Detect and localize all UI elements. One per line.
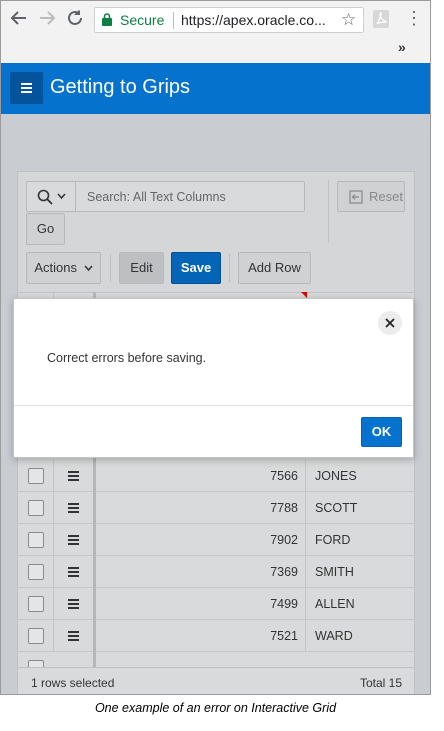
browser-menu-icon[interactable]: ⋮ bbox=[405, 8, 423, 28]
column-divider bbox=[305, 460, 306, 491]
row-select-checkbox[interactable] bbox=[28, 596, 44, 612]
dialog-divider bbox=[14, 405, 413, 406]
empno-cell[interactable]: 7566 bbox=[118, 469, 298, 483]
row-actions-menu-icon[interactable] bbox=[68, 631, 79, 641]
address-bar[interactable]: Secure https://apex.oracle.co... ☆ bbox=[94, 7, 364, 33]
browser-toolbar: Secure https://apex.oracle.co... ☆ ⋮ » bbox=[1, 1, 430, 63]
rows-selected-text: 1 rows selected bbox=[31, 676, 115, 690]
empno-cell[interactable]: 7369 bbox=[118, 565, 298, 579]
column-divider bbox=[305, 524, 306, 555]
table-row[interactable]: 7788 SCOTT bbox=[18, 492, 414, 524]
ename-cell[interactable]: WARD bbox=[315, 629, 353, 643]
ename-cell[interactable]: FORD bbox=[315, 533, 350, 547]
table-row[interactable]: 7902 FORD bbox=[18, 524, 414, 556]
actions-label: Actions bbox=[34, 260, 77, 275]
empno-cell[interactable]: 7499 bbox=[118, 597, 298, 611]
toolbar-divider bbox=[229, 254, 230, 282]
row-actions-menu-icon[interactable] bbox=[68, 535, 79, 545]
row-actions-menu-icon[interactable] bbox=[68, 599, 79, 609]
empno-cell[interactable]: 7902 bbox=[118, 533, 298, 547]
row-select-checkbox[interactable] bbox=[28, 468, 44, 484]
search-icon bbox=[37, 189, 53, 205]
edit-button[interactable]: Edit bbox=[119, 252, 164, 284]
row-select-checkbox[interactable] bbox=[28, 532, 44, 548]
ename-cell[interactable]: JONES bbox=[315, 469, 357, 483]
column-divider bbox=[305, 492, 306, 523]
secure-label: Secure bbox=[120, 12, 165, 28]
ename-cell[interactable]: SCOTT bbox=[315, 501, 357, 515]
add-row-button[interactable]: Add Row bbox=[238, 252, 311, 284]
row-select-checkbox[interactable] bbox=[28, 564, 44, 580]
go-button[interactable]: Go bbox=[26, 213, 65, 245]
ename-cell[interactable]: SMITH bbox=[315, 565, 354, 579]
ok-button[interactable]: OK bbox=[361, 417, 402, 447]
reset-label: Reset bbox=[369, 189, 403, 204]
reload-icon[interactable] bbox=[65, 9, 85, 29]
actions-menu-button[interactable]: Actions bbox=[26, 252, 101, 284]
table-row-partial bbox=[18, 652, 414, 668]
search-input[interactable]: Search: All Text Columns bbox=[87, 190, 226, 204]
row-actions-menu-icon[interactable] bbox=[68, 567, 79, 577]
toolbar-divider bbox=[328, 180, 329, 243]
reset-button[interactable]: Reset bbox=[337, 181, 405, 212]
row-select-checkbox[interactable] bbox=[28, 500, 44, 516]
column-divider bbox=[305, 556, 306, 587]
empno-cell[interactable]: 7788 bbox=[118, 501, 298, 515]
error-dialog: Correct errors before saving. OK bbox=[13, 298, 414, 458]
figure-caption: One example of an error on Interactive G… bbox=[94, 701, 337, 715]
url-text[interactable]: https://apex.oracle.co... bbox=[181, 12, 326, 28]
column-divider bbox=[53, 588, 54, 619]
forward-arrow-icon[interactable] bbox=[37, 9, 57, 29]
column-divider bbox=[53, 492, 54, 523]
bookmarks-overflow-icon[interactable]: » bbox=[398, 39, 406, 55]
hamburger-menu-icon[interactable] bbox=[10, 72, 43, 104]
ename-cell[interactable]: ALLEN bbox=[315, 597, 355, 611]
row-actions-menu-icon[interactable] bbox=[68, 471, 79, 481]
bookmark-star-icon[interactable]: ☆ bbox=[341, 10, 356, 30]
app-header: Getting to Grips bbox=[1, 63, 430, 114]
grid-footer: 1 rows selected Total 15 bbox=[18, 667, 414, 694]
column-divider bbox=[305, 588, 306, 619]
chevron-down-icon bbox=[57, 193, 66, 200]
table-row[interactable]: 7521 WARD bbox=[18, 620, 414, 652]
dialog-message: Correct errors before saving. bbox=[47, 351, 207, 365]
search-column-button[interactable] bbox=[27, 182, 76, 211]
reset-icon bbox=[349, 190, 363, 204]
table-row[interactable]: 7499 ALLEN bbox=[18, 588, 414, 620]
column-divider bbox=[53, 524, 54, 555]
app-title: Getting to Grips bbox=[50, 76, 191, 98]
row-actions-menu-icon[interactable] bbox=[68, 503, 79, 513]
lock-icon bbox=[102, 13, 112, 26]
pdf-extension-icon[interactable] bbox=[373, 10, 389, 28]
column-divider bbox=[53, 620, 54, 651]
row-select-checkbox[interactable] bbox=[28, 628, 44, 644]
column-divider bbox=[53, 460, 54, 491]
column-divider bbox=[305, 620, 306, 651]
chevron-down-icon bbox=[84, 265, 93, 272]
browser-window: Secure https://apex.oracle.co... ☆ ⋮ » G… bbox=[0, 0, 431, 695]
save-button[interactable]: Save bbox=[171, 252, 221, 284]
column-divider bbox=[53, 556, 54, 587]
total-count: Total 15 bbox=[359, 676, 402, 690]
search-bar: Search: All Text Columns bbox=[26, 181, 305, 212]
table-row[interactable]: 7369 SMITH bbox=[18, 556, 414, 588]
empno-cell[interactable]: 7521 bbox=[118, 629, 298, 643]
address-separator bbox=[173, 12, 174, 29]
toolbar-divider bbox=[110, 254, 111, 282]
back-arrow-icon[interactable] bbox=[9, 9, 29, 29]
close-icon bbox=[385, 318, 395, 328]
close-button[interactable] bbox=[378, 311, 402, 335]
table-row[interactable]: 7566 JONES bbox=[18, 460, 414, 492]
